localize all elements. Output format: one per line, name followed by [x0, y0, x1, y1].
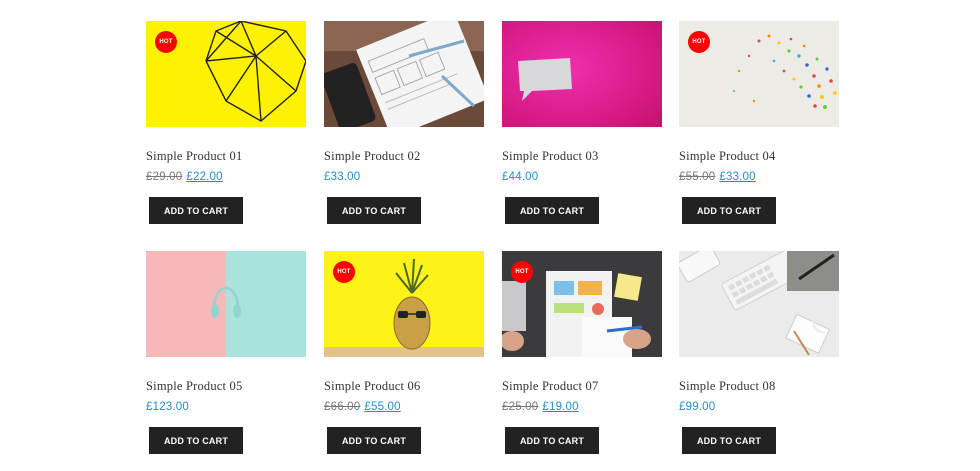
product-image-link[interactable]: HOT — [502, 251, 662, 357]
product-title[interactable]: Simple Product 03 — [502, 149, 598, 164]
product-title[interactable]: Simple Product 02 — [324, 149, 420, 164]
product-image-link[interactable]: HOT — [146, 21, 306, 127]
product-title[interactable]: Simple Product 01 — [146, 149, 242, 164]
product-price: £66.00 £55.00 — [324, 401, 401, 413]
price: £123.00 — [146, 401, 189, 413]
product-image-link[interactable] — [324, 21, 484, 127]
add-to-cart-button[interactable]: ADD TO CART — [149, 197, 243, 224]
product-image-link[interactable] — [146, 251, 306, 357]
add-to-cart-button[interactable]: ADD TO CART — [682, 427, 776, 454]
sale-price: £55.00 — [364, 401, 401, 413]
add-to-cart-button[interactable]: ADD TO CART — [327, 427, 421, 454]
product-price: £25.00 £19.00 — [502, 401, 579, 413]
hot-badge: HOT — [511, 261, 533, 283]
product-image-link[interactable] — [502, 21, 662, 127]
hot-badge: HOT — [333, 261, 355, 283]
sale-price: £19.00 — [542, 401, 579, 413]
product-price: £44.00 — [502, 171, 538, 183]
product-card: HOT Simple Product 01 £29.00 £22.00 ADD T… — [146, 21, 306, 224]
product-card: Simple Product 05 £123.00 ADD TO CART — [146, 251, 306, 454]
product-price: £123.00 — [146, 401, 189, 413]
add-to-cart-button[interactable]: ADD TO CART — [505, 197, 599, 224]
add-to-cart-button[interactable]: ADD TO CART — [149, 427, 243, 454]
product-price: £99.00 — [679, 401, 715, 413]
sale-price: £22.00 — [186, 171, 223, 183]
product-price: £33.00 — [324, 171, 360, 183]
add-to-cart-button[interactable]: ADD TO CART — [505, 427, 599, 454]
sale-price: £33.00 — [719, 171, 756, 183]
product-image-link[interactable]: HOT — [679, 21, 839, 127]
hot-badge: HOT — [688, 31, 710, 53]
product-image — [324, 21, 484, 127]
price: £33.00 — [324, 171, 361, 183]
product-card: HOT Simple Product 06 £66.00 £55.00 ADD T… — [324, 251, 484, 454]
old-price: £25.00 — [502, 401, 539, 413]
product-price: £55.00 £33.00 — [679, 171, 756, 183]
old-price: £29.00 — [146, 171, 183, 183]
product-title[interactable]: Simple Product 04 — [679, 149, 775, 164]
price: £44.00 — [502, 171, 539, 183]
product-card: HOT Simple Product 07 £25.00 £19.00 ADD T… — [502, 251, 662, 454]
product-card: Simple Product 08 £99.00 ADD TO CART — [679, 251, 839, 454]
product-image — [502, 21, 662, 127]
product-card: Simple Product 02 £33.00 ADD TO CART — [324, 21, 484, 224]
product-title[interactable]: Simple Product 05 — [146, 379, 242, 394]
product-title[interactable]: Simple Product 07 — [502, 379, 598, 394]
product-image — [679, 251, 839, 357]
add-to-cart-button[interactable]: ADD TO CART — [327, 197, 421, 224]
price: £99.00 — [679, 401, 716, 413]
product-image — [146, 251, 306, 357]
product-price: £29.00 £22.00 — [146, 171, 223, 183]
product-title[interactable]: Simple Product 08 — [679, 379, 775, 394]
product-image-link[interactable] — [679, 251, 839, 357]
old-price: £55.00 — [679, 171, 716, 183]
product-image-link[interactable]: HOT — [324, 251, 484, 357]
hot-badge: HOT — [155, 31, 177, 53]
product-title[interactable]: Simple Product 06 — [324, 379, 420, 394]
product-card: Simple Product 03 £44.00 ADD TO CART — [502, 21, 662, 224]
add-to-cart-button[interactable]: ADD TO CART — [682, 197, 776, 224]
product-card: HOT Simple Product 04 £55.00 £33.00 ADD T… — [679, 21, 839, 224]
old-price: £66.00 — [324, 401, 361, 413]
